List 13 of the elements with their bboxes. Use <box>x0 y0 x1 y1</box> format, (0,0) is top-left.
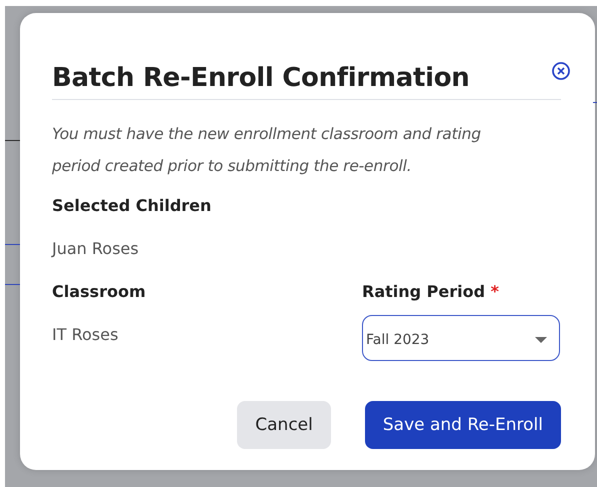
required-mark: * <box>490 282 500 301</box>
cancel-button[interactable]: Cancel <box>237 401 331 449</box>
save-button[interactable]: Save and Re-Enroll <box>364 401 561 449</box>
close-icon[interactable] <box>551 61 571 81</box>
dialog-title: Batch Re-Enroll Confirmation <box>52 63 470 93</box>
rating-period-label: Rating Period * <box>362 282 500 301</box>
instruction-text: You must have the new enrollment classroom and rating period created prior to submitting the re-enroll. <box>52 124 482 177</box>
selected-children-value: Juan Roses <box>52 239 140 258</box>
dropdown-caret-icon <box>535 337 547 343</box>
selected-children-label: Selected Children <box>52 196 212 215</box>
classroom-value: IT Roses <box>52 325 120 344</box>
rating-period-select[interactable]: Fall 2023 <box>362 315 560 361</box>
classroom-label: Classroom <box>52 282 147 301</box>
